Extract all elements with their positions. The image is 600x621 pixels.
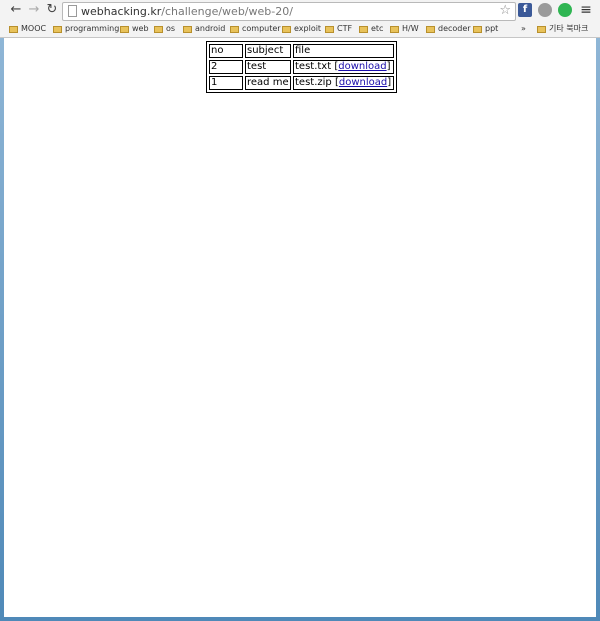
row-subject: test bbox=[245, 60, 291, 74]
bookmark-label: os bbox=[166, 24, 176, 33]
extension-globe-icon[interactable] bbox=[538, 3, 552, 17]
window-frame-bottom bbox=[0, 617, 600, 621]
bookmark-other[interactable]: 기타 북마크 bbox=[537, 22, 588, 36]
bookmark-folder-exploit[interactable]: exploit bbox=[282, 22, 321, 36]
row-file: test.txt [download] bbox=[293, 60, 394, 74]
bookmark-label: computer bbox=[242, 24, 281, 33]
bookmark-star-icon[interactable]: ☆ bbox=[499, 3, 511, 19]
row-file: test.zip [download] bbox=[293, 76, 394, 90]
folder-icon bbox=[325, 25, 334, 33]
url-path: /challenge/web/web-20/ bbox=[161, 5, 293, 18]
table-row: 1 read me test.zip [download] bbox=[209, 76, 394, 90]
folder-icon bbox=[53, 25, 62, 33]
table-row: 2 test test.txt [download] bbox=[209, 60, 394, 74]
column-header-subject: subject bbox=[245, 44, 291, 58]
bookmark-label: MOOC bbox=[21, 24, 47, 33]
bookmark-label: etc bbox=[371, 24, 384, 33]
bookmark-folder-android[interactable]: android bbox=[183, 22, 225, 36]
folder-icon bbox=[537, 25, 546, 33]
folder-icon bbox=[9, 25, 18, 33]
row-no: 2 bbox=[209, 60, 243, 74]
browser-toolbar: ← → ↻ webhacking.kr/challenge/web/web-20… bbox=[0, 0, 600, 21]
url-text: webhacking.kr/challenge/web/web-20/ bbox=[81, 4, 293, 19]
address-bar[interactable]: webhacking.kr/challenge/web/web-20/ ☆ bbox=[62, 2, 516, 21]
row-subject: read me bbox=[245, 76, 291, 90]
bookmarks-bar: » 기타 북마크 MOOC programming web os android comp… bbox=[0, 21, 600, 38]
browser-window: ← → ↻ webhacking.kr/challenge/web/web-20… bbox=[0, 0, 600, 621]
folder-icon bbox=[473, 25, 482, 33]
bookmark-folder-h-w[interactable]: H/W bbox=[390, 22, 419, 36]
bookmark-folder-etc[interactable]: etc bbox=[359, 22, 383, 36]
bookmark-label: 기타 북마크 bbox=[549, 24, 589, 33]
bookmark-folder-programming[interactable]: programming bbox=[53, 22, 119, 36]
menu-icon[interactable]: ≡ bbox=[578, 2, 594, 18]
bookmark-folder-mooc[interactable]: MOOC bbox=[9, 22, 46, 36]
page-content: no subject file 2 test test.txt [downloa… bbox=[4, 38, 596, 617]
bookmark-folder-ctf[interactable]: CTF bbox=[325, 22, 352, 36]
download-link[interactable]: download bbox=[338, 61, 386, 72]
bookmark-folder-decoder[interactable]: decoder bbox=[426, 22, 471, 36]
table-header-row: no subject file bbox=[209, 44, 394, 58]
bookmarks-overflow-icon[interactable]: » bbox=[521, 22, 526, 36]
bookmark-folder-os[interactable]: os bbox=[154, 22, 175, 36]
folder-icon bbox=[120, 25, 129, 33]
column-header-file: file bbox=[293, 44, 394, 58]
bookmark-label: programming bbox=[65, 24, 120, 33]
facebook-icon[interactable]: f bbox=[518, 3, 532, 17]
window-frame-right bbox=[596, 38, 600, 621]
folder-icon bbox=[282, 25, 291, 33]
download-link[interactable]: download bbox=[339, 77, 387, 88]
file-name: test.txt bbox=[295, 61, 332, 72]
column-header-no: no bbox=[209, 44, 243, 58]
bookmark-folder-computer[interactable]: computer bbox=[230, 22, 281, 36]
bookmark-label: decoder bbox=[438, 24, 471, 33]
folder-icon bbox=[183, 25, 192, 33]
bookmark-label: web bbox=[132, 24, 149, 33]
file-name: test.zip bbox=[295, 77, 332, 88]
back-button[interactable]: ← bbox=[8, 2, 24, 18]
row-no: 1 bbox=[209, 76, 243, 90]
folder-icon bbox=[359, 25, 368, 33]
forward-button[interactable]: → bbox=[26, 2, 42, 18]
url-host: webhacking.kr bbox=[81, 5, 162, 18]
reload-button[interactable]: ↻ bbox=[44, 2, 60, 18]
extension-green-icon[interactable] bbox=[558, 3, 572, 17]
bookmark-label: exploit bbox=[294, 24, 322, 33]
bookmark-label: android bbox=[195, 24, 226, 33]
page-icon bbox=[68, 5, 77, 17]
bookmark-label: ppt bbox=[485, 24, 499, 33]
folder-icon bbox=[390, 25, 399, 33]
file-table: no subject file 2 test test.txt [downloa… bbox=[206, 41, 397, 93]
bookmark-folder-web[interactable]: web bbox=[120, 22, 149, 36]
bookmark-label: CTF bbox=[337, 24, 353, 33]
folder-icon bbox=[426, 25, 435, 33]
folder-icon bbox=[230, 25, 239, 33]
bookmark-label: H/W bbox=[402, 24, 419, 33]
bookmark-folder-ppt[interactable]: ppt bbox=[473, 22, 498, 36]
folder-icon bbox=[154, 25, 163, 33]
